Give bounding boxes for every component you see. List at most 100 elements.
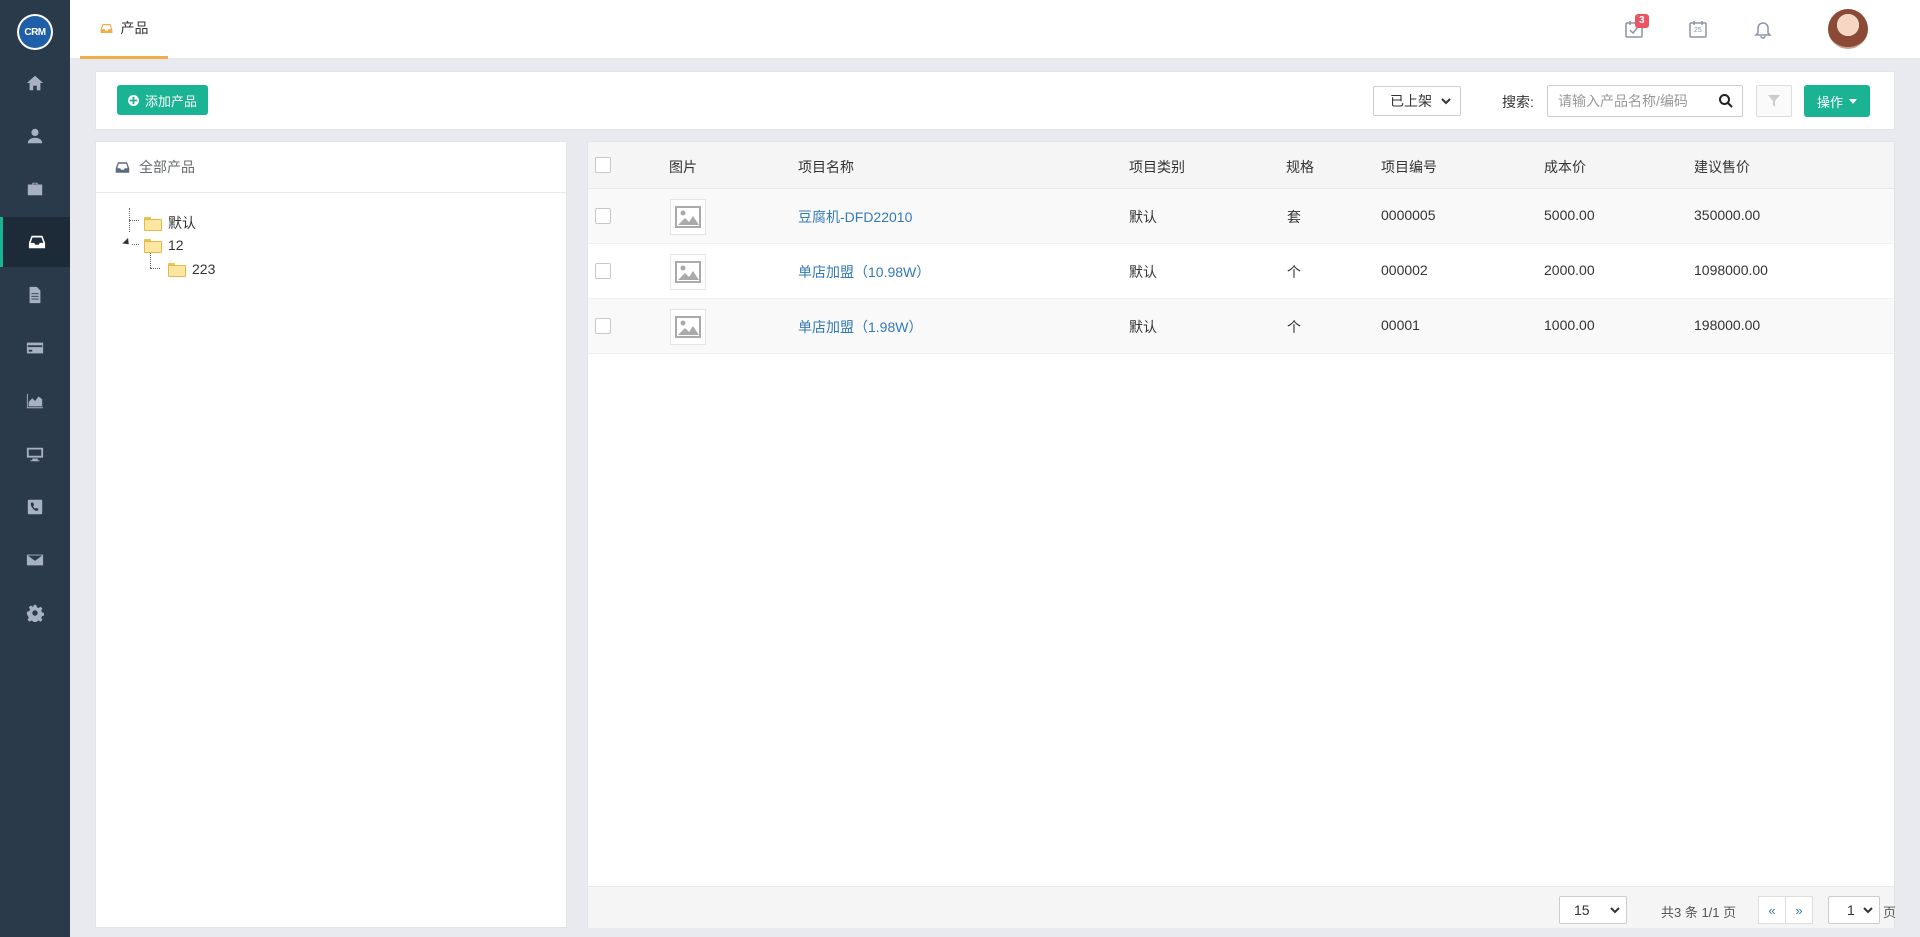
notifications-button[interactable] <box>1752 18 1774 40</box>
tree-connector <box>150 268 160 269</box>
column-header-spec[interactable]: 规格 <box>1286 157 1314 177</box>
column-header-image: 图片 <box>669 159 697 175</box>
image-placeholder-icon <box>675 316 701 338</box>
nav-settings[interactable] <box>0 588 70 638</box>
category-tree-panel: 全部产品 默认 12 223 <box>95 141 567 928</box>
image-placeholder-icon <box>675 261 701 283</box>
cell-price: 350000.00 <box>1694 207 1761 223</box>
area-chart-icon <box>26 393 44 409</box>
tree-connector <box>129 220 139 221</box>
page-suffix: 页 <box>1883 905 1897 920</box>
tree-node-12[interactable]: 12 <box>144 237 184 253</box>
status-select[interactable]: 已上架 <box>1373 86 1461 116</box>
column-header-name[interactable]: 项目名称 <box>798 157 854 177</box>
tree-title: 全部产品 <box>139 159 195 175</box>
table-row[interactable]: 单店加盟（10.98W） 默认 个 000002 2000.00 1098000… <box>588 244 1894 299</box>
briefcase-icon <box>27 182 43 196</box>
nav-mail[interactable] <box>0 535 70 585</box>
cell-code: 000002 <box>1381 262 1428 278</box>
envelope-icon <box>26 554 44 566</box>
user-avatar[interactable] <box>1828 9 1868 49</box>
calendar-button[interactable]: 25 <box>1687 18 1709 40</box>
tree-node-223[interactable]: 223 <box>168 261 215 277</box>
status-select-value: 已上架 <box>1390 93 1432 109</box>
sidebar: CRM <box>0 0 70 937</box>
filter-icon <box>1768 95 1780 107</box>
top-bar: 产品 3 25 <box>70 0 1920 59</box>
gear-icon <box>26 604 44 622</box>
nav-reports[interactable] <box>0 376 70 426</box>
tree-node-label: 默认 <box>168 215 196 231</box>
logo-text: CRM <box>19 16 51 48</box>
search-input[interactable] <box>1548 86 1713 116</box>
nav-home[interactable] <box>0 58 70 108</box>
task-count-badge: 3 <box>1635 14 1649 28</box>
nav-products[interactable] <box>0 217 70 267</box>
product-table-panel: 图片 项目名称 项目类别 规格 项目编号 成本价 建议售价 豆腐机-DFD220… <box>587 141 1897 928</box>
cell-price: 198000.00 <box>1694 317 1761 333</box>
filter-button[interactable] <box>1756 85 1792 117</box>
page-number-value: 1 <box>1847 902 1855 918</box>
nav-customers[interactable] <box>0 111 70 161</box>
column-header-category[interactable]: 项目类别 <box>1129 157 1185 177</box>
tab-label: 产品 <box>120 20 149 36</box>
nav-contracts[interactable] <box>0 270 70 320</box>
nav-calls[interactable] <box>0 482 70 532</box>
table-header: 图片 项目名称 项目类别 规格 项目编号 成本价 建议售价 <box>588 142 1894 189</box>
cell-spec: 套 <box>1287 209 1301 225</box>
cell-category: 默认 <box>1129 319 1157 335</box>
row-checkbox[interactable] <box>595 208 611 224</box>
next-page-button[interactable]: » <box>1785 896 1813 924</box>
search-icon[interactable] <box>1718 93 1734 109</box>
search-label: 搜索: <box>1502 94 1534 110</box>
add-product-button[interactable]: 添加产品 <box>117 85 208 115</box>
cell-cost: 5000.00 <box>1544 207 1595 223</box>
page-number-select[interactable]: 1 <box>1828 896 1880 924</box>
tree-header[interactable]: 全部产品 <box>96 142 566 193</box>
operations-button[interactable]: 操作 <box>1804 85 1870 117</box>
nav-screen[interactable] <box>0 429 70 479</box>
plus-circle-icon <box>127 94 139 106</box>
operations-label: 操作 <box>1816 94 1843 110</box>
bell-icon <box>1754 22 1772 39</box>
nav-payments[interactable] <box>0 323 70 373</box>
calendar-day: 25 <box>1694 27 1702 34</box>
tree-toggle-12[interactable] <box>122 237 132 248</box>
column-header-price[interactable]: 建议售价 <box>1694 157 1750 177</box>
product-thumbnail <box>670 309 706 345</box>
cell-cost: 1000.00 <box>1544 317 1595 333</box>
column-header-code[interactable]: 项目编号 <box>1381 157 1437 177</box>
nav-business[interactable] <box>0 164 70 214</box>
cell-code: 0000005 <box>1381 207 1436 223</box>
add-product-label: 添加产品 <box>144 93 197 109</box>
inbox-icon <box>100 23 112 33</box>
cell-category: 默认 <box>1129 264 1157 280</box>
page-size-value: 15 <box>1574 902 1590 918</box>
crm-logo[interactable]: CRM <box>17 14 53 50</box>
folder-open-icon <box>144 239 162 253</box>
tree-node-label: 12 <box>168 237 184 253</box>
page-size-select[interactable]: 15 <box>1559 896 1627 924</box>
select-all-checkbox[interactable] <box>595 157 611 173</box>
cell-spec: 个 <box>1287 319 1301 335</box>
table-row[interactable]: 单店加盟（1.98W） 默认 个 00001 1000.00 198000.00 <box>588 299 1894 354</box>
folder-icon <box>168 263 186 277</box>
tree-node-default[interactable]: 默认 <box>144 213 196 233</box>
product-name-link[interactable]: 单店加盟（10.98W） <box>798 262 930 282</box>
column-header-cost[interactable]: 成本价 <box>1544 157 1586 177</box>
prev-page-button[interactable]: « <box>1758 896 1786 924</box>
product-toolbar: 添加产品 已上架 搜索: 操作 <box>95 71 1895 130</box>
desktop-icon <box>26 447 44 462</box>
row-checkbox[interactable] <box>595 318 611 334</box>
credit-card-icon <box>26 342 44 354</box>
product-name-link[interactable]: 豆腐机-DFD22010 <box>798 207 912 227</box>
page-info: 共3 条 1/1 页 <box>1661 905 1737 920</box>
tab-products[interactable]: 产品 <box>80 0 168 59</box>
row-checkbox[interactable] <box>595 263 611 279</box>
product-name-link[interactable]: 单店加盟（1.98W） <box>798 317 922 337</box>
chevron-down-icon <box>1441 98 1451 105</box>
pagination: 15 共3 条 1/1 页 « » 1 页 <box>588 886 1897 928</box>
tasks-button[interactable]: 3 <box>1623 14 1649 40</box>
table-row[interactable]: 豆腐机-DFD22010 默认 套 0000005 5000.00 350000… <box>588 189 1894 244</box>
home-icon <box>26 75 44 91</box>
